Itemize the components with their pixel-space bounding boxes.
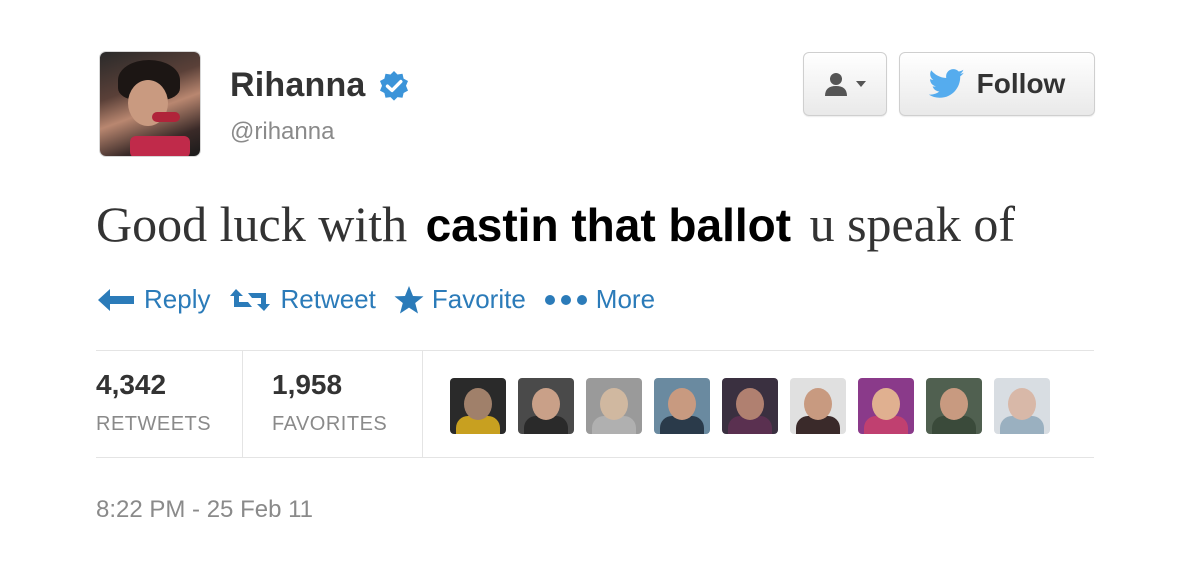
more-dots-icon — [544, 294, 587, 305]
tweet-text-before: Good luck with — [96, 196, 408, 252]
favoriter-head — [600, 388, 628, 420]
caret-down-icon — [856, 81, 866, 87]
retweet-icon — [230, 288, 271, 311]
tweet-text-after: u speak of — [809, 196, 1016, 252]
favoriter-avatar[interactable] — [858, 378, 914, 434]
favorites-label: FAVORITES — [272, 413, 388, 435]
reply-button[interactable]: Reply — [96, 284, 210, 315]
favoriter-avatar[interactable] — [586, 378, 642, 434]
reply-arrow-icon — [98, 288, 134, 311]
name-row: Rihanna — [230, 66, 410, 105]
follow-label: Follow — [976, 68, 1066, 99]
user-actions-button[interactable] — [803, 52, 887, 116]
stats-divider — [422, 351, 423, 457]
favoriter-head — [532, 388, 560, 420]
avatar-clothing — [130, 136, 190, 156]
tweet-stats: 4,342 RETWEETS 1,958 FAVORITES — [96, 350, 1094, 458]
favorite-button[interactable]: Favorite — [394, 284, 526, 315]
stats-divider — [242, 351, 243, 457]
tweet-card: Rihanna @rihanna Follow Good luck with c… — [0, 0, 1200, 584]
favoriter-head — [736, 388, 764, 420]
favoriter-avatar[interactable] — [518, 378, 574, 434]
retweet-label: Retweet — [280, 284, 376, 314]
star-icon — [394, 285, 424, 313]
twitter-bird-icon — [928, 69, 965, 98]
favorite-label: Favorite — [431, 284, 526, 314]
favorites-stat[interactable]: 1,958 FAVORITES — [272, 369, 387, 436]
favoriter-avatar[interactable] — [654, 378, 710, 434]
retweets-stat[interactable]: 4,342 RETWEETS — [96, 369, 211, 436]
favoriter-avatar[interactable] — [722, 378, 778, 434]
person-icon — [825, 73, 847, 96]
user-handle[interactable]: @rihanna — [230, 118, 334, 146]
reply-label: Reply — [144, 284, 211, 314]
favoriter-avatar[interactable] — [926, 378, 982, 434]
favoriter-avatar[interactable] — [790, 378, 846, 434]
favoriter-avatar[interactable] — [994, 378, 1050, 434]
follow-button[interactable]: Follow — [899, 52, 1095, 116]
favorites-count: 1,958 — [272, 369, 343, 400]
favoriter-head — [804, 388, 832, 420]
more-label: More — [595, 284, 656, 314]
favoriter-avatar[interactable] — [450, 378, 506, 434]
favoriter-head — [1008, 388, 1036, 420]
favoriters-list — [450, 378, 1050, 434]
tweet-text: Good luck with castin that ballot u spea… — [96, 192, 1015, 257]
retweet-button[interactable]: Retweet — [228, 284, 376, 315]
retweets-count: 4,342 — [96, 369, 167, 400]
favoriter-head — [940, 388, 968, 420]
favoriter-head — [872, 388, 900, 420]
more-button[interactable]: More — [544, 284, 655, 315]
verified-badge-icon — [379, 70, 408, 101]
favoriter-head — [668, 388, 696, 420]
display-name[interactable]: Rihanna — [230, 66, 366, 105]
tweet-actions: Reply Retweet Favorite More — [96, 284, 655, 315]
avatar[interactable] — [100, 52, 200, 156]
tweet-overlay-text: castin that ballot — [419, 193, 798, 257]
tweet-timestamp[interactable]: 8:22 PM - 25 Feb 11 — [96, 496, 313, 524]
retweets-label: RETWEETS — [96, 413, 212, 435]
avatar-lips — [152, 112, 180, 122]
favoriter-head — [464, 388, 492, 420]
